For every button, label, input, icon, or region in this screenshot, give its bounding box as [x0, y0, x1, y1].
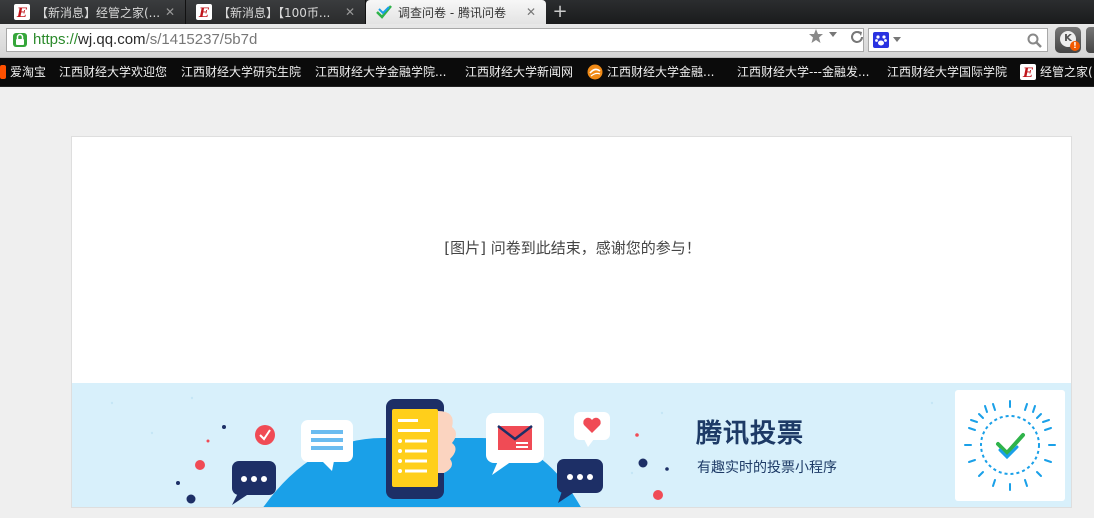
tencent-vote-banner[interactable]: 腾讯投票 有趣实时的投票小程序: [72, 383, 1071, 507]
bookmark-star-icon[interactable]: [808, 28, 824, 44]
close-icon[interactable]: ✕: [524, 5, 538, 19]
menu-button[interactable]: [1086, 27, 1094, 53]
banner-title: 腾讯投票: [696, 419, 805, 449]
site-e-icon: E: [14, 4, 30, 20]
url-text[interactable]: https://wj.qq.com/s/1415237/5b7d: [33, 29, 257, 51]
close-icon[interactable]: ✕: [163, 5, 177, 19]
bookmark-label: 江西财经大学金融学院...: [315, 65, 447, 79]
survey-card: [图片] 问卷到此结束，感谢您的参与！ 腾讯投票 有趣实时的投票小程序: [71, 136, 1072, 508]
tab-1[interactable]: E 【新消息】经管之家(... ✕: [0, 0, 186, 24]
bookmark-item[interactable]: 江西财经大学欢迎您: [59, 58, 167, 86]
bookmark-item[interactable]: E 经管之家(: [1020, 58, 1093, 86]
notification-badge: !: [1070, 41, 1080, 51]
tab-title: 【新消息】【100币...: [218, 5, 331, 20]
bookmark-label: 江西财经大学国际学院: [887, 65, 1008, 79]
tab-title: 【新消息】经管之家(...: [36, 5, 161, 20]
bookmark-label: 经管之家(: [1040, 65, 1093, 79]
site-e-icon: E: [1020, 64, 1036, 80]
banner-subtitle: 有趣实时的投票小程序: [697, 460, 837, 476]
address-bar[interactable]: https://wj.qq.com/s/1415237/5b7d: [6, 28, 864, 52]
bookmark-label: 爱淘宝: [10, 65, 47, 79]
bookmark-item[interactable]: 江西财经大学国际学院: [887, 58, 1007, 86]
lock-icon: [13, 33, 27, 47]
tab-strip: E 【新消息】经管之家(... ✕ E 【新消息】【100币... ✕ 调查问卷…: [0, 0, 1094, 24]
bookmark-label: 江西财经大学欢迎您: [59, 65, 168, 79]
svg-text:E: E: [198, 6, 210, 20]
url-host: wj.qq.com: [78, 31, 146, 48]
bookmark-label: 江西财经大学金融...: [607, 65, 715, 79]
svg-text:E: E: [16, 6, 28, 20]
url-scheme: https://: [33, 31, 79, 48]
search-box[interactable]: [868, 28, 1048, 52]
bookmarks-bar: 爱淘宝 江西财经大学欢迎您 江西财经大学研究生院 江西财经大学金融学院... 江…: [0, 58, 1094, 87]
chevron-down-icon[interactable]: [893, 37, 901, 43]
bookmark-item[interactable]: 江西财经大学金融...: [587, 58, 714, 86]
search-icon[interactable]: [1027, 33, 1042, 48]
site-e-icon: E: [196, 4, 212, 20]
bookmark-item[interactable]: 爱淘宝: [0, 58, 46, 86]
close-icon[interactable]: ✕: [343, 5, 357, 19]
survey-end-message: [图片] 问卷到此结束，感谢您的参与！: [444, 239, 701, 257]
tab-3-active[interactable]: 调查问卷 - 腾讯问卷 ✕: [366, 0, 546, 24]
svg-text:E: E: [1022, 66, 1034, 80]
url-path: /s/1415237/5b7d: [145, 31, 258, 48]
bookmark-label: 江西财经大学---金融发...: [737, 65, 870, 79]
banner-illustration: [110, 396, 934, 507]
bookmark-item[interactable]: 江西财经大学新闻网: [465, 58, 573, 86]
tab-title: 调查问卷 - 腾讯问卷: [398, 5, 506, 20]
chevron-down-icon[interactable]: [829, 32, 837, 38]
new-tab-button[interactable]: +: [550, 2, 570, 22]
extension-k-button[interactable]: K !: [1055, 27, 1081, 53]
taobao-icon: [0, 65, 6, 79]
baidu-paw-icon[interactable]: [873, 32, 889, 48]
qr-code-icon: [964, 400, 1056, 491]
bookmark-label: 江西财经大学新闻网: [465, 65, 574, 79]
bookmark-item[interactable]: 江西财经大学研究生院: [181, 58, 301, 86]
navigation-bar: https://wj.qq.com/s/1415237/5b7d K !: [0, 24, 1094, 58]
tab-2[interactable]: E 【新消息】【100币... ✕: [186, 0, 366, 24]
orange-globe-icon: [587, 64, 603, 80]
mini-program-qr-code[interactable]: [955, 390, 1065, 501]
tencent-wenjuan-icon: [376, 5, 392, 19]
bookmark-label: 江西财经大学研究生院: [181, 65, 302, 79]
refresh-icon[interactable]: [849, 29, 865, 45]
bookmark-item[interactable]: 江西财经大学金融学院...: [315, 58, 446, 86]
bookmark-item[interactable]: 江西财经大学---金融发...: [737, 58, 869, 86]
